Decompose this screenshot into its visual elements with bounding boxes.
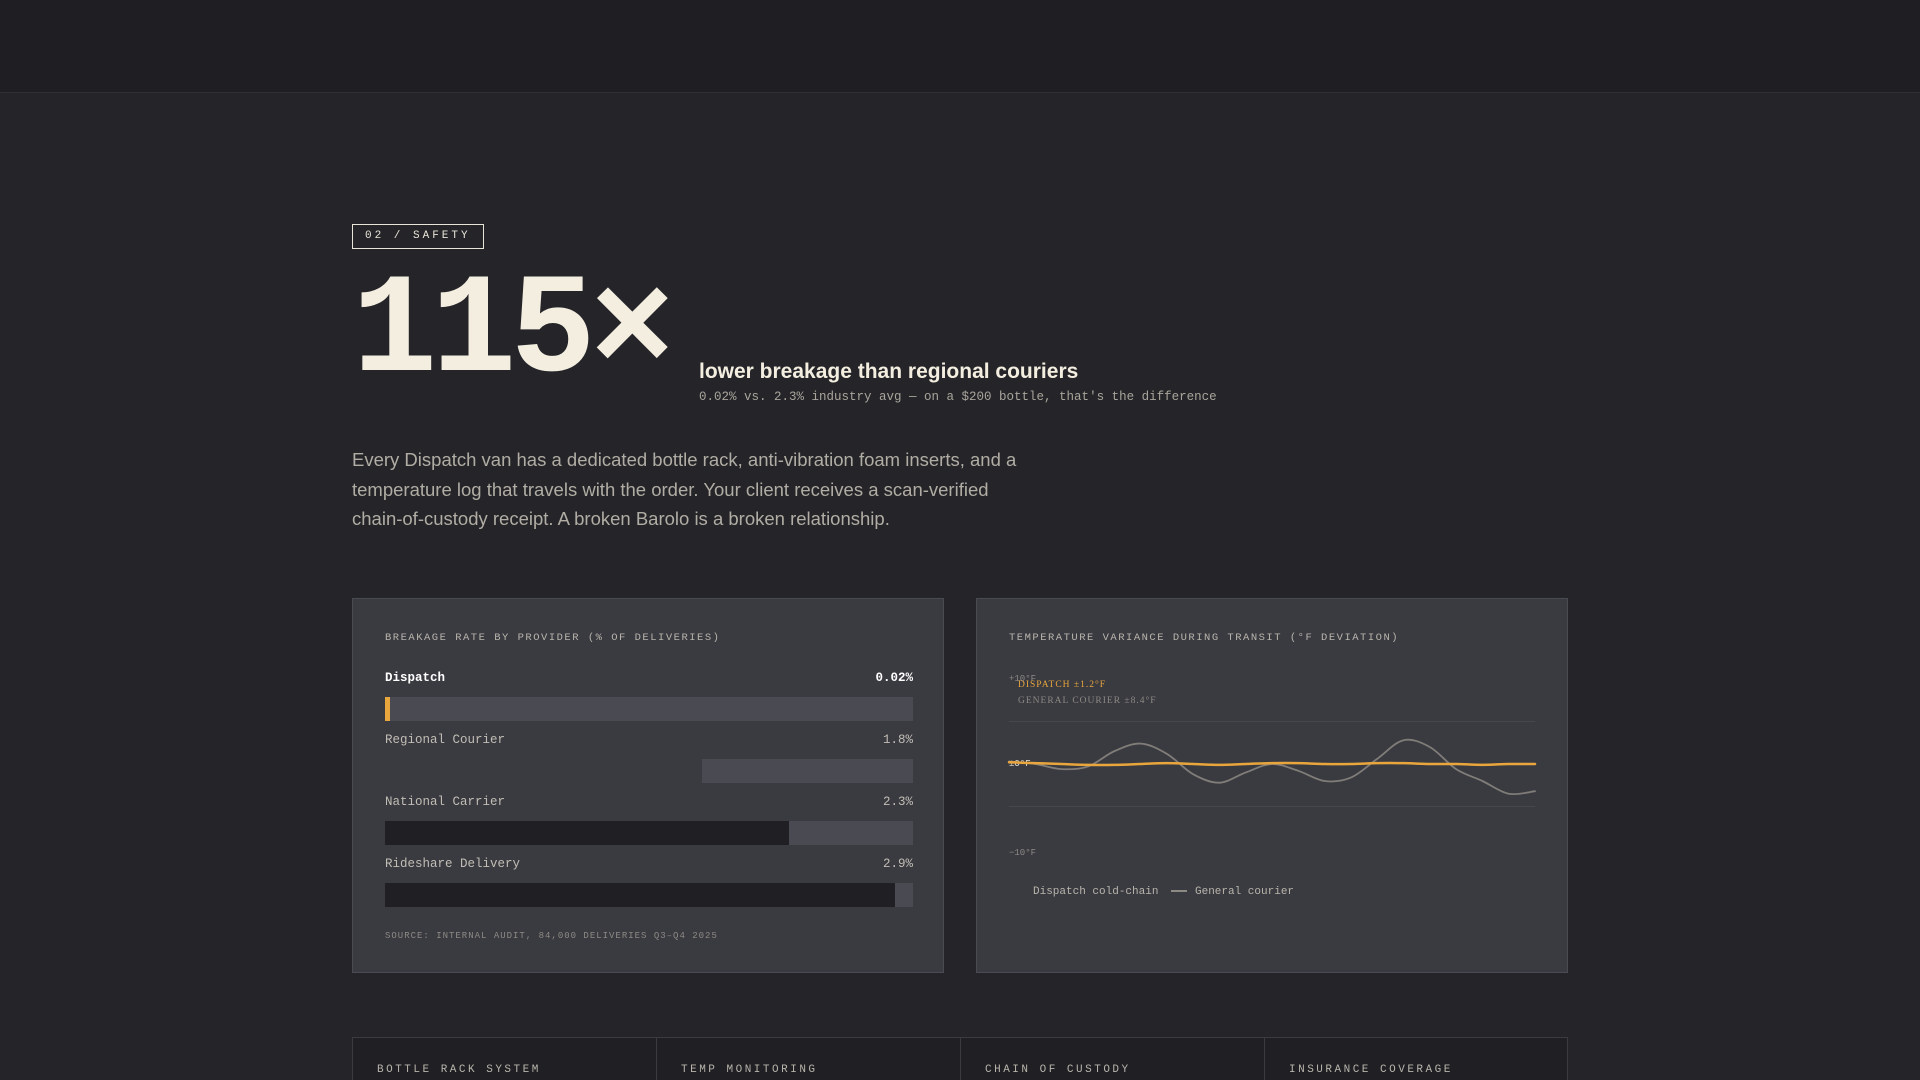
legend-item-general-courier: General courier xyxy=(1171,886,1294,898)
legend-label: Dispatch cold-chain xyxy=(1033,886,1159,898)
feature-temp-monitoring: TEMP MONITORING xyxy=(657,1038,961,1080)
legend-label: General courier xyxy=(1195,886,1295,898)
series-line-general-courier xyxy=(1008,738,1536,796)
feature-insurance-coverage: INSURANCE COVERAGE xyxy=(1265,1038,1569,1080)
headline-note: 0.02% vs. 2.3% industry avg — on a $200 … xyxy=(699,390,1217,404)
bar-remainder xyxy=(701,759,913,783)
bar-value: 0.02% xyxy=(875,671,913,685)
bar-track xyxy=(385,759,913,783)
bar-label: National Carrier xyxy=(385,795,506,809)
top-navigation-bar xyxy=(0,0,1920,93)
headline-subtitle: lower breakage than regional couriers xyxy=(699,360,1079,383)
feature-title: INSURANCE COVERAGE xyxy=(1289,1064,1453,1076)
temperature-line-chart: +10°F±0°F−10°FDISPATCH ±1.2°FGENERAL COU… xyxy=(1007,674,1537,858)
headline-stat: 115× xyxy=(352,252,675,413)
legend-item-dispatch: Dispatch cold-chain xyxy=(1009,886,1158,898)
bar-track xyxy=(385,883,913,907)
bar-value: 2.3% xyxy=(882,795,913,809)
bar-fill xyxy=(385,821,790,845)
series-annotation: DISPATCH ±1.2°F xyxy=(1018,679,1106,690)
breakage-card-title: BREAKAGE RATE BY PROVIDER (% OF DELIVERI… xyxy=(385,632,721,644)
feature-bottle-rack: BOTTLE RACK SYSTEM xyxy=(353,1038,657,1080)
feature-title: CHAIN OF CUSTODY xyxy=(985,1064,1131,1076)
y-tick-label: −10°F xyxy=(1009,848,1036,858)
feature-strip: BOTTLE RACK SYSTEM TEMP MONITORING CHAIN… xyxy=(352,1037,1568,1080)
temperature-variance-card: TEMPERATURE VARIANCE DURING TRANSIT (°F … xyxy=(976,598,1568,973)
section-tag: 02 / SAFETY xyxy=(352,224,484,249)
intro-paragraph: Every Dispatch van has a dedicated bottl… xyxy=(352,449,1017,529)
bar-label: Rideshare Delivery xyxy=(385,857,521,871)
breakage-source-note: SOURCE: INTERNAL AUDIT, 84,000 DELIVERIE… xyxy=(385,931,718,941)
feature-title: BOTTLE RACK SYSTEM xyxy=(377,1064,541,1076)
feature-chain-of-custody: CHAIN OF CUSTODY xyxy=(961,1038,1265,1080)
bar-fill xyxy=(385,883,896,907)
breakage-rate-card: BREAKAGE RATE BY PROVIDER (% OF DELIVERI… xyxy=(352,598,944,973)
feature-title: TEMP MONITORING xyxy=(681,1064,818,1076)
bar-fill xyxy=(385,697,391,721)
bar-track xyxy=(385,697,913,721)
bar-label: Regional Courier xyxy=(385,733,506,747)
bar-track xyxy=(385,821,913,845)
series-annotation: GENERAL COURIER ±8.4°F xyxy=(1018,695,1157,706)
bar-label: Dispatch xyxy=(385,671,446,685)
bar-fill xyxy=(385,759,702,783)
legend-swatch xyxy=(1171,890,1187,893)
bar-value: 2.9% xyxy=(882,857,913,871)
legend-swatch xyxy=(1009,890,1025,892)
bar-value: 1.8% xyxy=(882,733,913,747)
